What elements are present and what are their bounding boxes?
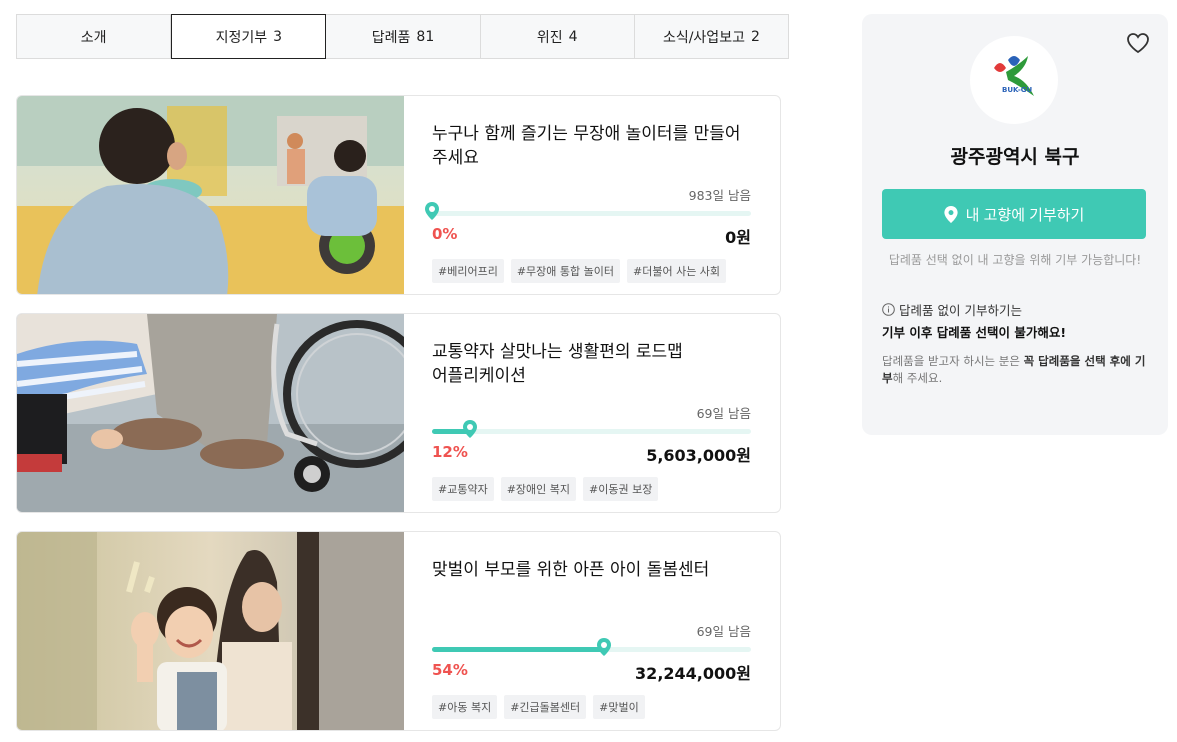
info-title-text: 답례품 없이 기부하기는 — [899, 303, 1022, 318]
tag[interactable]: #긴급돌봄센터 — [504, 695, 587, 719]
progress-bar — [432, 420, 751, 438]
tab-designated-donation[interactable]: 지정기부 3 — [171, 14, 327, 59]
donate-note: 답례품 선택 없이 내 고향을 위해 기부 가능합니다! — [888, 253, 1142, 267]
raised-amount: 32,244,000원 — [635, 664, 751, 683]
days-left: 983일 남음 — [688, 188, 751, 203]
tag-list: #교통약자 #장애인 복지 #이동권 보장 — [432, 477, 659, 501]
organization-name: 광주광역시 북구 — [950, 146, 1080, 168]
project-card-body: 교통약자 살맛나는 생활편의 로드맵 어플리케이션 69일 남음 12% 5,6… — [404, 314, 780, 512]
info-warning: 기부 이후 답례품 선택이 불가해요! — [882, 325, 1067, 340]
bukgu-logo-icon: BUK-GU — [994, 56, 1034, 96]
tag[interactable]: #장애인 복지 — [500, 477, 577, 501]
info-desc-text: 해 주세요. — [892, 371, 943, 385]
tag[interactable]: #무장애 통합 놀이터 — [510, 259, 620, 283]
tag[interactable]: #베리어프리 — [432, 259, 504, 283]
tag[interactable]: #더불어 사는 사회 — [627, 259, 727, 283]
project-title: 누구나 함께 즐기는 무장애 놀이터를 만들어 주세요 — [432, 124, 741, 168]
tab-count: 2 — [750, 28, 760, 45]
tab-label: 답례품 — [371, 29, 411, 46]
tag[interactable]: #아동 복지 — [432, 695, 498, 719]
heart-icon[interactable] — [1126, 32, 1150, 54]
project-card[interactable]: 교통약자 살맛나는 생활편의 로드맵 어플리케이션 69일 남음 12% 5,6… — [16, 313, 781, 513]
progress-fill — [432, 647, 605, 652]
tab-label: 지정기부 — [215, 29, 268, 46]
tag-list: #아동 복지 #긴급돌봄센터 #맞벌이 — [432, 695, 645, 719]
tab-count: 4 — [568, 28, 578, 45]
progress-pin-icon — [463, 420, 478, 438]
info-description: 답례품을 받고자 하시는 분은 꼭 답례품을 선택 후에 기부해 주세요. — [882, 353, 1148, 387]
tab-news[interactable]: 소식/사업보고 2 — [634, 14, 790, 59]
tab-label: 소식/사업보고 — [662, 29, 745, 46]
project-image-childcare — [17, 532, 404, 730]
donate-button-label: 내 고향에 기부하기 — [965, 206, 1085, 224]
project-title: 맞벌이 부모를 위한 아픈 아이 돌봄센터 — [432, 560, 710, 580]
tag-list: #베리어프리 #무장애 통합 놀이터 #더불어 사는 사회 — [432, 259, 727, 283]
progress-pin-icon — [597, 638, 612, 656]
info-desc-text: 답례품을 받고자 하시는 분은 — [882, 354, 1024, 368]
location-pin-icon — [944, 205, 958, 223]
organization-sidebar: BUK-GU 광주광역시 북구 내 고향에 기부하기 답례품 선택 없이 내 고… — [862, 14, 1168, 435]
tab-label: 위진 — [536, 29, 563, 46]
progress-percent: 54% — [432, 661, 468, 679]
progress-pin-icon — [425, 202, 439, 220]
donate-hometown-button[interactable]: 내 고향에 기부하기 — [882, 189, 1146, 239]
tag[interactable]: #교통약자 — [432, 477, 494, 501]
progress-percent: 0% — [432, 225, 458, 243]
tab-label: 소개 — [80, 29, 107, 46]
project-card-body: 누구나 함께 즐기는 무장애 놀이터를 만들어 주세요 983일 남음 0% 0… — [404, 96, 780, 294]
info-icon — [882, 303, 895, 316]
info-title: 답례품 없이 기부하기는 — [882, 300, 1148, 319]
days-left: 69일 남음 — [696, 406, 751, 421]
donation-info: 답례품 없이 기부하기는 기부 이후 답례품 선택이 불가해요! 답례품을 받고… — [882, 300, 1148, 387]
project-card[interactable]: 누구나 함께 즐기는 무장애 놀이터를 만들어 주세요 983일 남음 0% 0… — [16, 95, 781, 295]
organization-logo: BUK-GU — [970, 36, 1058, 124]
project-image-wheelchair — [17, 314, 404, 512]
project-title: 교통약자 살맛나는 생활편의 로드맵 어플리케이션 — [432, 342, 683, 386]
project-image-playground — [17, 96, 404, 294]
tab-count: 81 — [416, 28, 435, 45]
progress-bar — [425, 202, 751, 220]
tab-count: 3 — [273, 28, 283, 45]
project-card[interactable]: 맞벌이 부모를 위한 아픈 아이 돌봄센터 69일 남음 54% 32,244,… — [16, 531, 781, 731]
tag[interactable]: #이동권 보장 — [583, 477, 659, 501]
tab-committee[interactable]: 위진 4 — [480, 14, 635, 59]
progress-bar — [432, 638, 751, 656]
days-left: 69일 남음 — [696, 624, 751, 639]
raised-amount: 5,603,000원 — [646, 446, 751, 465]
progress-percent: 12% — [432, 443, 468, 461]
tab-intro[interactable]: 소개 — [16, 14, 172, 59]
tag[interactable]: #맞벌이 — [593, 695, 645, 719]
svg-text:BUK-GU: BUK-GU — [1002, 86, 1032, 94]
raised-amount: 0원 — [725, 228, 751, 247]
tab-bar: 소개 지정기부 3 답례품 81 위진 4 소식/사업보고 2 — [16, 14, 790, 59]
project-card-body: 맞벌이 부모를 위한 아픈 아이 돌봄센터 69일 남음 54% 32,244,… — [404, 532, 780, 730]
tab-gifts[interactable]: 답례품 81 — [326, 14, 481, 59]
